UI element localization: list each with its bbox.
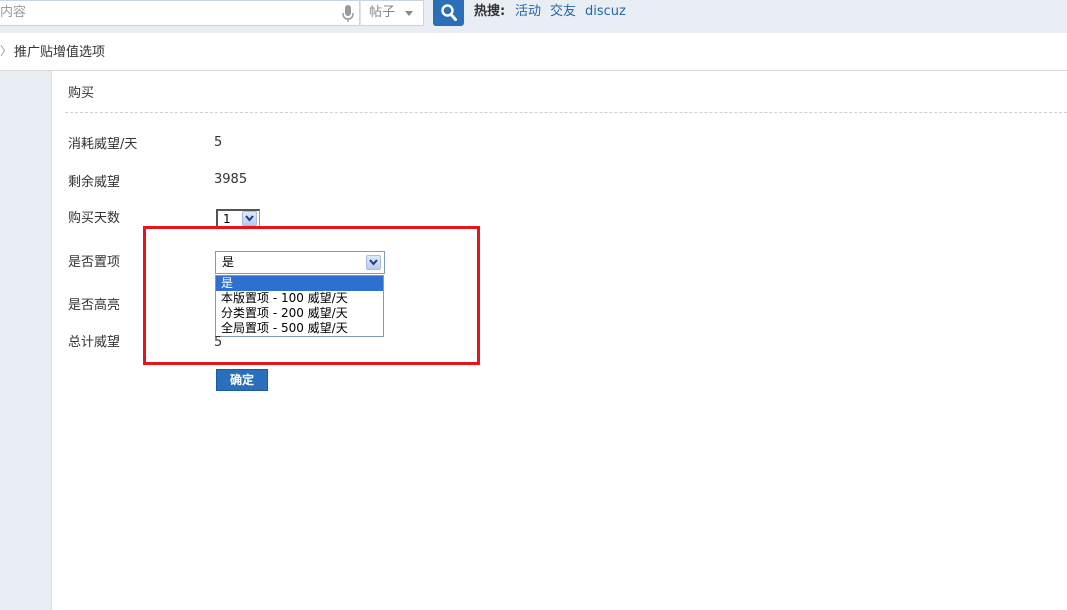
hot-link-discuz[interactable]: discuz bbox=[585, 4, 626, 19]
microphone-icon[interactable] bbox=[342, 5, 354, 23]
hot-link-friends[interactable]: 交友 bbox=[550, 4, 576, 19]
page-title: 推广贴增值选项 bbox=[14, 45, 106, 60]
remaining-prestige-value: 3985 bbox=[214, 172, 248, 187]
breadcrumb-separator: 〉 bbox=[0, 44, 13, 58]
search-icon bbox=[441, 4, 457, 21]
top-search-bar: 内容 帖子 热搜: 活动 交友 discuz bbox=[0, 0, 1067, 33]
cost-per-day-label: 消耗威望/天 bbox=[68, 137, 138, 152]
sticky-top-label: 是否置项 bbox=[68, 255, 121, 270]
section-title: 购买 bbox=[68, 86, 95, 101]
purchase-days-value: 1 bbox=[223, 212, 231, 226]
remaining-prestige-label: 剩余威望 bbox=[68, 175, 121, 190]
purchase-days-label: 购买天数 bbox=[68, 211, 121, 226]
left-sidebar bbox=[0, 71, 52, 610]
breadcrumb: 〉 推广贴增值选项 bbox=[0, 33, 1067, 71]
days-dropdown-button[interactable] bbox=[242, 211, 257, 226]
hot-search-label: 热搜: bbox=[474, 4, 506, 19]
search-type-label: 帖子 bbox=[369, 5, 396, 20]
highlight-annotation-box bbox=[143, 226, 480, 365]
highlight-label: 是否高亮 bbox=[68, 298, 121, 313]
chevron-down-icon bbox=[405, 11, 413, 16]
total-prestige-label: 总计威望 bbox=[68, 335, 121, 350]
chevron-down-icon bbox=[245, 215, 254, 222]
divider bbox=[65, 112, 1067, 113]
search-input[interactable]: 内容 bbox=[0, 0, 360, 26]
cost-per-day-value: 5 bbox=[214, 135, 223, 150]
search-button[interactable] bbox=[433, 0, 464, 26]
search-type-select[interactable]: 帖子 bbox=[360, 0, 424, 26]
search-placeholder: 内容 bbox=[0, 5, 27, 20]
confirm-button[interactable]: 确定 bbox=[216, 369, 268, 391]
hot-link-activity[interactable]: 活动 bbox=[515, 4, 541, 19]
